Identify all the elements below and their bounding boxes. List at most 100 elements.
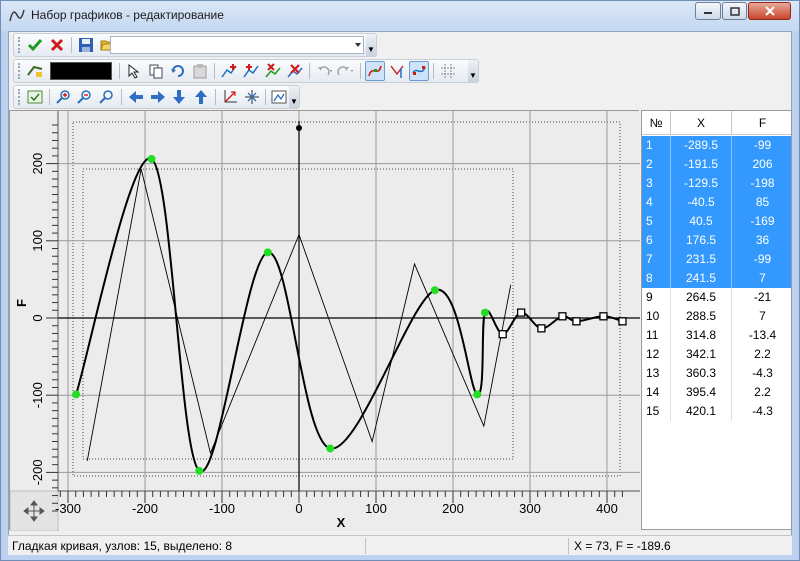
refresh-button[interactable]	[168, 61, 188, 81]
zoom-in-button[interactable]	[54, 87, 74, 107]
row-f-cell: 85	[731, 193, 791, 212]
table-row[interactable]: 9 264.5 -21	[642, 288, 791, 307]
toolbar-overflow-button[interactable]: ▼	[468, 60, 478, 82]
vertical-line-button[interactable]	[387, 61, 407, 81]
table-row[interactable]: 5 40.5 -169	[642, 212, 791, 231]
delete-node-button[interactable]	[263, 61, 283, 81]
toolbar-edit: ▼	[13, 59, 479, 83]
row-f-cell: -21	[731, 288, 791, 307]
redo-button[interactable]	[336, 61, 356, 81]
toolbar-grip[interactable]	[18, 89, 21, 105]
table-row[interactable]: 8 241.5 7	[642, 269, 791, 288]
table-row[interactable]: 7 231.5 -99	[642, 250, 791, 269]
curve-node[interactable]	[572, 317, 581, 326]
insert-node-button[interactable]	[241, 61, 261, 81]
selected-node[interactable]	[72, 390, 81, 399]
copy-button[interactable]	[146, 61, 166, 81]
curve-node[interactable]	[599, 312, 608, 321]
scale-icon	[244, 90, 259, 104]
table-row[interactable]: 14 395.4 2.2	[642, 383, 791, 402]
x-tick-label: -100	[209, 501, 235, 516]
maximize-button[interactable]	[722, 2, 747, 20]
table-row[interactable]: 4 -40.5 85	[642, 193, 791, 212]
selected-node[interactable]	[195, 466, 204, 475]
toolbar-overflow-button[interactable]: ▼	[366, 34, 376, 56]
line-color-button[interactable]	[25, 61, 45, 81]
minimize-button[interactable]	[695, 2, 721, 20]
undo-button[interactable]	[314, 61, 334, 81]
node-select-button[interactable]	[409, 61, 429, 81]
table-header-f[interactable]: F	[731, 111, 791, 135]
row-number-cell: 7	[646, 252, 653, 266]
row-f-cell: 2.2	[731, 345, 791, 364]
table-row[interactable]: 1 -289.5 -99	[642, 136, 791, 155]
toolbar-view: ▼	[13, 85, 300, 109]
toolbar-grip[interactable]	[18, 37, 21, 53]
selected-node[interactable]	[147, 154, 156, 163]
selected-node[interactable]	[480, 308, 489, 317]
cancel-button[interactable]	[47, 35, 67, 55]
table-row[interactable]: 15 420.1 -4.3	[642, 402, 791, 421]
smooth-curve-button[interactable]	[365, 61, 385, 81]
fit-view-button[interactable]	[25, 87, 45, 107]
y-axis-handle[interactable]	[296, 125, 302, 131]
table-row[interactable]: 6 176.5 36	[642, 231, 791, 250]
select-button[interactable]	[124, 61, 144, 81]
plot-area[interactable]: -300 -200 -100 0 100 200 300 400 -200 -100 0 100 200…	[9, 110, 640, 532]
selected-node[interactable]	[263, 248, 272, 257]
table-row[interactable]: 13 360.3 -4.3	[642, 364, 791, 383]
curve-node[interactable]	[558, 312, 567, 321]
row-number-cell: 15	[646, 404, 660, 418]
delete-all-button[interactable]	[285, 61, 305, 81]
close-button[interactable]	[748, 2, 791, 20]
selected-node[interactable]	[473, 390, 482, 399]
nodes-table[interactable]: № X F 1 -289.5 -99 2 -191.5 206 3 -129.5 -198 4 -4…	[641, 110, 792, 530]
table-header-x[interactable]: X	[670, 111, 731, 135]
y-tick-label: -200	[30, 459, 45, 485]
add-node-button[interactable]	[219, 61, 239, 81]
color-swatch[interactable]	[50, 62, 112, 80]
table-row[interactable]: 10 288.5 7	[642, 307, 791, 326]
toolbar-grip[interactable]	[18, 63, 21, 79]
grid-lines-icon	[441, 64, 455, 78]
add-node-icon	[221, 64, 237, 78]
selected-node[interactable]	[430, 286, 439, 295]
toolbar-separator	[214, 89, 216, 105]
grid-lines-button[interactable]	[438, 61, 458, 81]
pan-up-button[interactable]	[191, 87, 211, 107]
ok-button[interactable]	[25, 35, 45, 55]
insert-node-icon	[243, 64, 259, 78]
row-x-cell: 360.3	[670, 364, 731, 383]
table-header-number[interactable]: №	[642, 111, 670, 135]
pan-left-button[interactable]	[126, 87, 146, 107]
plot-canvas[interactable]: -300 -200 -100 0 100 200 300 400 -200 -100 0 100 200…	[9, 111, 640, 532]
paste-button[interactable]	[190, 61, 210, 81]
save-button[interactable]	[76, 35, 96, 55]
toolbar-overflow-button[interactable]: ▼	[289, 86, 299, 108]
row-x-cell: 342.1	[670, 345, 731, 364]
row-number-cell: 1	[646, 138, 653, 152]
scale-button[interactable]	[242, 87, 262, 107]
row-f-cell: 206	[731, 155, 791, 174]
pan-down-button[interactable]	[169, 87, 189, 107]
x-tick-label: 0	[295, 501, 302, 516]
paste-icon	[193, 64, 207, 79]
scale-xy-button[interactable]	[220, 87, 240, 107]
table-row[interactable]: 2 -191.5 206	[642, 155, 791, 174]
table-row[interactable]: 3 -129.5 -198	[642, 174, 791, 193]
graph-name-combo[interactable]	[110, 36, 364, 54]
row-number-cell: 11	[646, 328, 659, 342]
pan-right-button[interactable]	[148, 87, 168, 107]
curve-node[interactable]	[537, 324, 546, 333]
zoom-out-button[interactable]	[75, 87, 95, 107]
selected-node[interactable]	[326, 444, 335, 453]
curve-node[interactable]	[516, 308, 526, 317]
title-bar[interactable]: Набор графиков - редактирование	[1, 1, 799, 31]
line-color-icon	[27, 65, 43, 77]
curve-node[interactable]	[498, 330, 507, 339]
curve-node[interactable]	[618, 317, 627, 326]
table-row[interactable]: 12 342.1 2.2	[642, 345, 791, 364]
x-tick-label: -200	[132, 501, 158, 516]
zoom-reset-button[interactable]	[97, 87, 117, 107]
table-row[interactable]: 11 314.8 -13.4	[642, 326, 791, 345]
